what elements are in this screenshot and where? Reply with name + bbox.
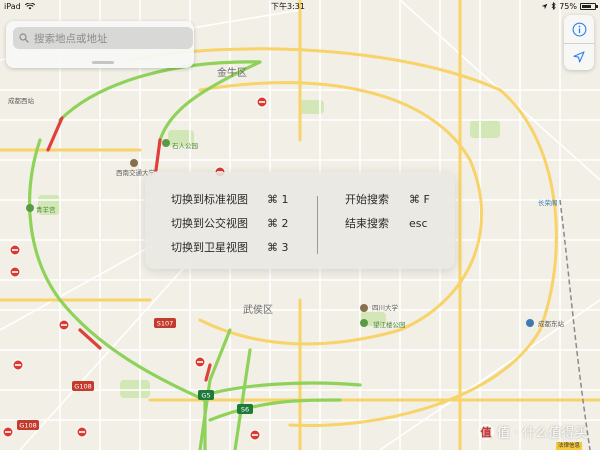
status-bar: iPad 下午3:31 75% xyxy=(0,0,600,12)
battery-percent: 75% xyxy=(559,1,577,11)
current-location-button[interactable] xyxy=(564,44,594,70)
shortcut-column-right: 开始搜索 ⌘ F 结束搜索 esc xyxy=(345,187,430,235)
district-label: 武侯区 xyxy=(243,303,273,316)
shortcut-key: esc xyxy=(409,216,428,230)
route-shield-label: S6 xyxy=(241,405,249,413)
shortcut-row: 切换到公交视图 ⌘ 2 xyxy=(171,211,289,235)
shortcut-key: ⌘ 3 xyxy=(267,240,289,254)
poi-label: 望江楼公园 xyxy=(373,320,406,329)
legal-link[interactable]: 法律信息 xyxy=(556,442,583,450)
info-icon xyxy=(572,22,586,36)
poi-label: 石人公园 xyxy=(172,142,198,150)
shortcut-label: 切换到标准视图 xyxy=(171,193,248,206)
route-shield-label: G108 xyxy=(19,421,36,429)
battery-level-fill xyxy=(581,4,591,8)
shortcut-key: ⌘ 1 xyxy=(267,192,289,206)
poi-label: 长荣阁 xyxy=(538,198,558,207)
location-services-icon xyxy=(541,3,548,9)
panel-grabber-handle[interactable] xyxy=(92,61,114,64)
status-time: 下午3:31 xyxy=(270,1,305,11)
shortcut-divider xyxy=(317,196,318,254)
shortcut-label: 切换到卫星视图 xyxy=(171,241,248,254)
map-controls xyxy=(564,15,594,70)
shortcut-label: 开始搜索 xyxy=(345,193,389,206)
shortcut-row: 切换到标准视图 ⌘ 1 xyxy=(171,187,289,211)
watermark-logo-icon: 值 xyxy=(478,423,494,440)
search-placeholder: 搜索地点或地址 xyxy=(34,32,108,45)
shortcut-column-left: 切换到标准视图 ⌘ 1 切换到公交视图 ⌘ 2 切换到卫星视图 ⌘ 3 xyxy=(171,187,289,259)
route-shield-label: G5 xyxy=(201,391,210,399)
wifi-icon xyxy=(24,2,35,9)
keyboard-shortcuts-overlay: 切换到标准视图 ⌘ 1 切换到公交视图 ⌘ 2 切换到卫星视图 ⌘ 3 开始搜索… xyxy=(145,172,455,269)
shortcut-key: ⌘ F xyxy=(409,192,430,206)
route-shield: G108 xyxy=(72,381,94,391)
poi-label: 成都西站 xyxy=(8,96,35,105)
shortcut-row: 结束搜索 esc xyxy=(345,211,430,235)
district-label: 金牛区 xyxy=(217,66,247,79)
route-shield-label: S107 xyxy=(157,319,174,327)
poi-label: 青羊宫 xyxy=(36,205,56,214)
search-icon xyxy=(19,33,29,43)
search-input[interactable]: 搜索地点或地址 xyxy=(13,27,193,49)
poi-label: 四川大学 xyxy=(372,303,399,312)
shortcut-row: 切换到卫星视图 ⌘ 3 xyxy=(171,235,289,259)
shortcut-label: 结束搜索 xyxy=(345,217,389,230)
shortcut-row: 开始搜索 ⌘ F xyxy=(345,187,430,211)
search-panel: 搜索地点或地址 xyxy=(6,21,194,68)
route-shield: S107 xyxy=(154,318,176,328)
watermark-text: 值 · 什么值得买 xyxy=(497,426,588,441)
route-shield: S6 xyxy=(237,404,253,414)
poi-label: 成都东站 xyxy=(538,319,565,328)
shortcut-label: 切换到公交视图 xyxy=(171,217,248,230)
battery-icon xyxy=(579,2,598,10)
route-shield: G108 xyxy=(17,420,39,430)
route-shield: G5 xyxy=(198,390,214,400)
shortcut-key: ⌘ 2 xyxy=(267,216,289,230)
watermark: 值 值 · 什么值得买 xyxy=(478,422,587,441)
info-button[interactable] xyxy=(564,15,594,43)
location-arrow-icon xyxy=(573,51,585,63)
bluetooth-icon xyxy=(551,2,556,10)
route-shield-label: G108 xyxy=(74,382,91,390)
device-name: iPad xyxy=(4,1,21,11)
